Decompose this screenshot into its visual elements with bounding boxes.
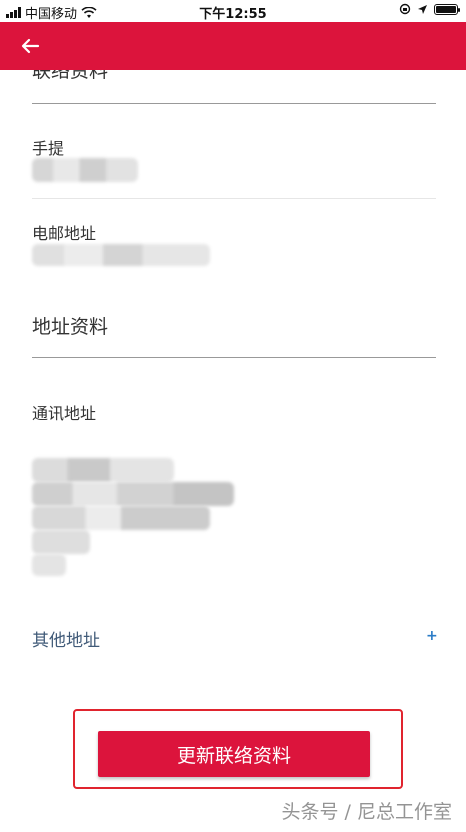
status-bar: 中国移动 下午12:55 [0, 0, 466, 22]
email-value-redacted[interactable] [32, 244, 210, 266]
address-section-divider [32, 357, 436, 358]
mobile-label: 手提 [32, 139, 65, 158]
status-right [399, 3, 460, 15]
add-address-icon[interactable]: + [426, 628, 438, 644]
update-contact-button[interactable]: 更新联络资料 [98, 731, 370, 777]
watermark: 头条号 / 尼总工作室 [281, 801, 452, 823]
arrow-left-icon[interactable] [18, 34, 42, 58]
mobile-divider [32, 198, 436, 199]
email-label: 电邮地址 [32, 224, 97, 243]
mobile-value-redacted[interactable] [32, 158, 138, 182]
location-arrow-icon [418, 4, 427, 14]
contact-section-title: 联络资料 [32, 60, 109, 82]
rotation-lock-icon [399, 3, 411, 15]
battery-icon [434, 3, 460, 15]
clock: 下午12:55 [199, 7, 267, 22]
mailing-address-label: 通讯地址 [32, 404, 97, 423]
contact-section-divider [32, 103, 436, 104]
address-section-title: 地址资料 [32, 316, 109, 338]
other-address-label[interactable]: 其他地址 [32, 626, 100, 651]
